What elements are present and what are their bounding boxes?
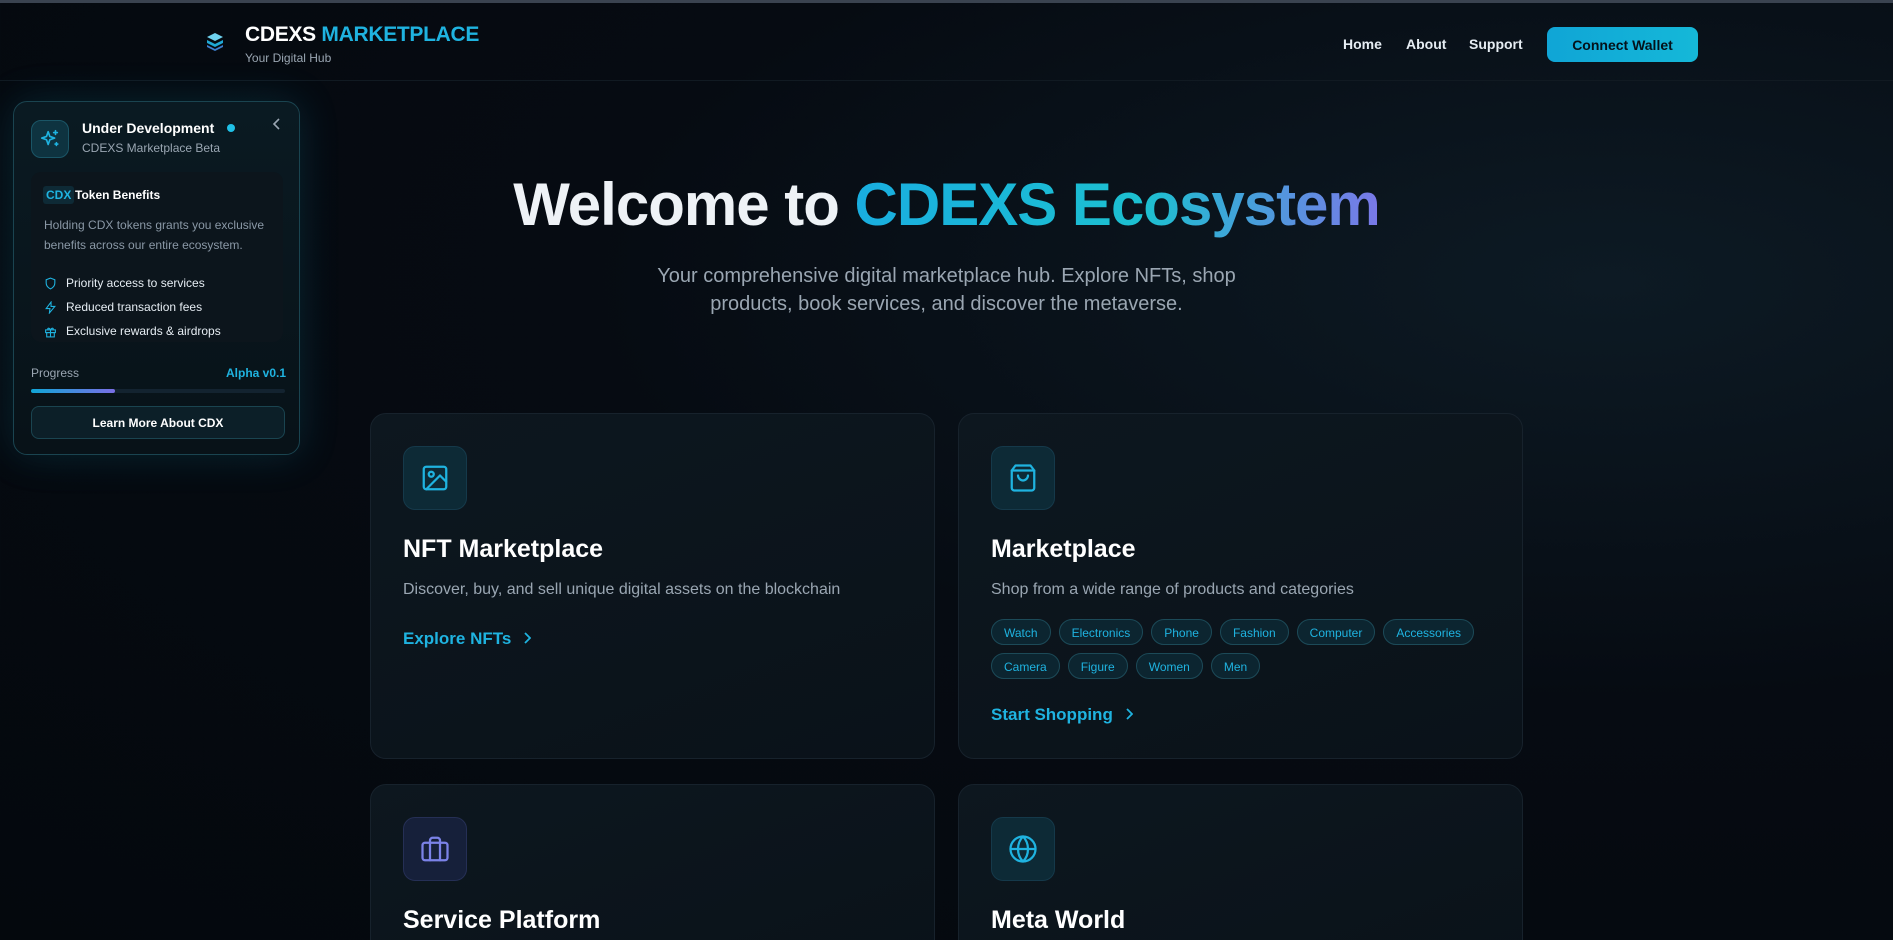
benefit-label: Exclusive rewards & airdrops xyxy=(66,324,221,338)
top-header: CDEXS MARKETPLACE Your Digital Hub Home … xyxy=(0,3,1893,81)
start-shopping-link[interactable]: Start Shopping xyxy=(991,705,1134,725)
shopping-bag-icon xyxy=(991,446,1055,510)
lightning-icon xyxy=(45,300,56,314)
card-description: Shop from a wide range of products and c… xyxy=(991,581,1354,598)
nav-about-link[interactable]: About xyxy=(1406,36,1446,52)
category-tag-men[interactable]: Men xyxy=(1210,653,1261,679)
status-dot xyxy=(227,124,235,132)
category-tag-women[interactable]: Women xyxy=(1135,653,1203,679)
explore-nfts-link[interactable]: Explore NFTs xyxy=(403,629,532,649)
chevron-right-icon xyxy=(523,631,532,648)
benefit-label: Priority access to services xyxy=(66,276,205,290)
category-tag-watch[interactable]: Watch xyxy=(991,619,1051,645)
connect-wallet-button[interactable]: Connect Wallet xyxy=(1547,27,1698,62)
category-tag-phone[interactable]: Phone xyxy=(1151,619,1212,645)
brand-name[interactable]: CDEXS MARKETPLACE xyxy=(245,23,479,47)
service-platform-card[interactable]: Service Platform xyxy=(370,784,935,940)
chevron-left-icon[interactable] xyxy=(272,117,282,133)
hero-title: Welcome to CDEXS Ecosystem xyxy=(0,170,1893,239)
benefit-item: Priority access to services xyxy=(44,276,205,290)
image-icon xyxy=(403,446,467,510)
progress-bar-fill xyxy=(31,389,115,393)
progress-version: Alpha v0.1 xyxy=(226,366,287,380)
development-panel: Under Development CDEXS Marketplace Beta… xyxy=(13,101,300,455)
nav-home-link[interactable]: Home xyxy=(1343,36,1382,52)
nft-marketplace-card[interactable]: NFT Marketplace Discover, buy, and sell … xyxy=(370,413,935,759)
globe-icon xyxy=(991,817,1055,881)
brand-tagline: Your Digital Hub xyxy=(245,51,332,65)
hero-title-white: Welcome to xyxy=(513,171,840,238)
link-label: Explore NFTs xyxy=(403,629,512,648)
shield-icon xyxy=(45,277,56,290)
link-label: Start Shopping xyxy=(991,705,1113,724)
benefit-item: Exclusive rewards & airdrops xyxy=(44,324,221,338)
gift-icon xyxy=(45,327,56,337)
card-title: NFT Marketplace xyxy=(403,535,604,563)
category-tag-camera[interactable]: Camera xyxy=(991,653,1060,679)
learn-more-button[interactable]: Learn More About CDX xyxy=(31,406,285,439)
card-title: Meta World xyxy=(991,906,1126,934)
nav-support-link[interactable]: Support xyxy=(1469,36,1523,52)
hero-subtitle: Your comprehensive digital marketplace h… xyxy=(657,265,1236,315)
marketplace-card[interactable]: Marketplace Shop from a wide range of pr… xyxy=(958,413,1523,759)
category-tag-figure[interactable]: Figure xyxy=(1067,653,1128,679)
chevron-right-icon xyxy=(1125,707,1134,724)
card-title: Service Platform xyxy=(403,906,601,934)
category-tag-accessories[interactable]: Accessories xyxy=(1383,619,1475,645)
panel-subtitle: CDEXS Marketplace Beta xyxy=(82,141,221,155)
sparkles-icon xyxy=(31,120,69,158)
brand-name-accent: MARKETPLACE xyxy=(321,23,480,46)
card-title: Marketplace xyxy=(991,535,1136,563)
category-tag-computer[interactable]: Computer xyxy=(1296,619,1376,645)
hero-title-gradient: CDEXS Ecosystem xyxy=(854,171,1381,238)
progress-label: Progress xyxy=(31,366,80,380)
category-tag-fashion[interactable]: Fashion xyxy=(1219,619,1289,645)
meta-world-card[interactable]: Meta World xyxy=(958,784,1523,940)
category-tag-electronics[interactable]: Electronics xyxy=(1058,619,1144,645)
benefit-label: Reduced transaction fees xyxy=(66,300,203,314)
briefcase-icon xyxy=(403,817,467,881)
card-description: Discover, buy, and sell unique digital a… xyxy=(403,581,841,598)
panel-title: Under Development xyxy=(82,120,215,136)
progress-bar xyxy=(31,389,285,393)
category-tags: Watch Electronics Phone Fashion Computer… xyxy=(991,619,1511,679)
benefit-item: Reduced transaction fees xyxy=(44,300,202,314)
cube-logo-icon[interactable] xyxy=(204,31,226,53)
brand-name-primary: CDEXS xyxy=(245,23,316,46)
